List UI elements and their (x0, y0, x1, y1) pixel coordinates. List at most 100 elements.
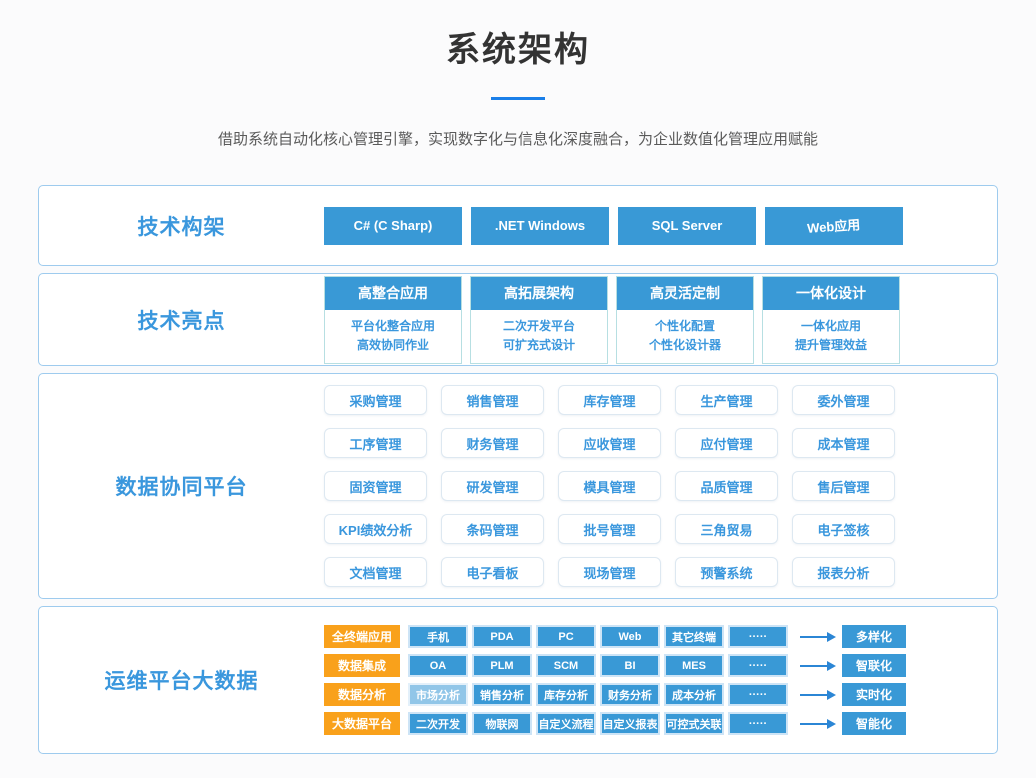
module-chip-fixed-assets: 固资管理 (324, 471, 427, 501)
ops-item-ellipsis: ····· (728, 625, 788, 648)
ops-item: PC (536, 625, 596, 648)
ops-category-badge: 全终端应用 (324, 625, 400, 648)
module-chip-payables: 应付管理 (675, 428, 778, 458)
ops-item: SCM (536, 654, 596, 677)
module-chip-batch: 批号管理 (558, 514, 661, 544)
ops-item: 其它终端 (664, 625, 724, 648)
tech-block-web-app: Web应用 (765, 207, 903, 245)
ops-row-analysis: 数据分析 市场分析 销售分析 库存分析 财务分析 成本分析 ····· 实时化 (324, 683, 906, 706)
highlight-card: 高整合应用 平台化整合应用 高效协同作业 (324, 276, 462, 364)
highlight-card-title: 高整合应用 (325, 277, 461, 310)
ops-item-ellipsis: ····· (728, 683, 788, 706)
right-arrow-icon (800, 723, 828, 725)
ops-result-badge: 智能化 (842, 712, 906, 735)
page-subtitle: 借助系统自动化核心管理引擎，实现数字化与信息化深度融合，为企业数值化管理应用赋能 (0, 128, 1036, 149)
ops-item: 物联网 (472, 712, 532, 735)
highlight-line: 一体化应用 (763, 317, 899, 336)
section-data-platform: 数据协同平台 采购管理 销售管理 库存管理 生产管理 委外管理 工序管理 财务管… (38, 373, 998, 599)
ops-item: 市场分析 (408, 683, 468, 706)
ops-item: PDA (472, 625, 532, 648)
module-chip-triangle-trade: 三角贸易 (675, 514, 778, 544)
ops-item: 成本分析 (664, 683, 724, 706)
tech-framework-buttons: C# (C Sharp) .NET Windows SQL Server Web… (324, 207, 903, 245)
ops-rows: 全终端应用 手机 PDA PC Web 其它终端 ····· 多样化 数据集成 … (324, 625, 906, 735)
ops-category-badge: 数据分析 (324, 683, 400, 706)
highlight-line: 平台化整合应用 (325, 317, 461, 336)
section-label-tech-framework: 技术构架 (39, 211, 324, 241)
ops-item: MES (664, 654, 724, 677)
ops-item: Web (600, 625, 660, 648)
highlight-card: 一体化设计 一体化应用 提升管理效益 (762, 276, 900, 364)
ops-item: 二次开发 (408, 712, 468, 735)
section-tech-framework: 技术构架 C# (C Sharp) .NET Windows SQL Serve… (38, 185, 998, 266)
section-tech-highlights: 技术亮点 高整合应用 平台化整合应用 高效协同作业 高拓展架构 二次开发平台 可… (38, 273, 998, 366)
ops-item: OA (408, 654, 468, 677)
module-chip-outsourcing: 委外管理 (792, 385, 895, 415)
page-title: 系统架构 (0, 22, 1036, 71)
module-chip-onsite: 现场管理 (558, 557, 661, 587)
module-chip-rd: 研发管理 (441, 471, 544, 501)
tech-block-dotnet-windows: .NET Windows (471, 207, 609, 245)
section-label-ops-platform: 运维平台大数据 (39, 665, 324, 695)
module-chip-receivables: 应收管理 (558, 428, 661, 458)
module-grid: 采购管理 销售管理 库存管理 生产管理 委外管理 工序管理 财务管理 应收管理 … (324, 385, 895, 587)
module-chip-report: 报表分析 (792, 557, 895, 587)
highlight-line: 提升管理效益 (763, 336, 899, 355)
highlight-card-title: 一体化设计 (763, 277, 899, 310)
ops-item: 可控式关联 (664, 712, 724, 735)
ops-item: PLM (472, 654, 532, 677)
highlight-line: 可扩充式设计 (471, 336, 607, 355)
highlight-card: 高拓展架构 二次开发平台 可扩充式设计 (470, 276, 608, 364)
ops-row-integration: 数据集成 OA PLM SCM BI MES ····· 智联化 (324, 654, 906, 677)
tech-block-csharp: C# (C Sharp) (324, 207, 462, 245)
highlight-line: 个性化配置 (617, 317, 753, 336)
module-chip-cost: 成本管理 (792, 428, 895, 458)
tech-block-web-app-label: Web应用 (807, 214, 861, 237)
ops-item: 财务分析 (600, 683, 660, 706)
ops-category-badge: 大数据平台 (324, 712, 400, 735)
highlight-card-body: 一体化应用 提升管理效益 (763, 310, 899, 363)
right-arrow-icon (800, 636, 828, 638)
module-chip-inventory: 库存管理 (558, 385, 661, 415)
section-label-tech-highlights: 技术亮点 (39, 305, 324, 335)
highlight-card-title: 高拓展架构 (471, 277, 607, 310)
module-chip-sales: 销售管理 (441, 385, 544, 415)
highlight-card-body: 平台化整合应用 高效协同作业 (325, 310, 461, 363)
highlight-card-title: 高灵活定制 (617, 277, 753, 310)
tech-highlight-cards: 高整合应用 平台化整合应用 高效协同作业 高拓展架构 二次开发平台 可扩充式设计… (324, 276, 900, 364)
module-chip-esign: 电子签核 (792, 514, 895, 544)
ops-item: BI (600, 654, 660, 677)
module-chip-production: 生产管理 (675, 385, 778, 415)
right-arrow-icon (800, 665, 828, 667)
module-chip-quality: 品质管理 (675, 471, 778, 501)
module-chip-barcode: 条码管理 (441, 514, 544, 544)
ops-item: 手机 (408, 625, 468, 648)
module-chip-kanban: 电子看板 (441, 557, 544, 587)
module-chip-after-sales: 售后管理 (792, 471, 895, 501)
highlight-card: 高灵活定制 个性化配置 个性化设计器 (616, 276, 754, 364)
highlight-card-body: 二次开发平台 可扩充式设计 (471, 310, 607, 363)
ops-result-badge: 实时化 (842, 683, 906, 706)
ops-item: 销售分析 (472, 683, 532, 706)
highlight-line: 高效协同作业 (325, 336, 461, 355)
module-chip-document: 文档管理 (324, 557, 427, 587)
highlight-line: 二次开发平台 (471, 317, 607, 336)
ops-item: 自定义流程 (536, 712, 596, 735)
ops-result-badge: 智联化 (842, 654, 906, 677)
right-arrow-icon (800, 694, 828, 696)
section-ops-platform: 运维平台大数据 全终端应用 手机 PDA PC Web 其它终端 ····· 多… (38, 606, 998, 754)
ops-item: 库存分析 (536, 683, 596, 706)
ops-result-badge: 多样化 (842, 625, 906, 648)
module-chip-process: 工序管理 (324, 428, 427, 458)
architecture-diagram: 技术构架 C# (C Sharp) .NET Windows SQL Serve… (38, 185, 998, 754)
highlight-card-body: 个性化配置 个性化设计器 (617, 310, 753, 363)
ops-item-ellipsis: ····· (728, 654, 788, 677)
section-label-data-platform: 数据协同平台 (39, 471, 324, 501)
ops-category-badge: 数据集成 (324, 654, 400, 677)
module-chip-finance: 财务管理 (441, 428, 544, 458)
module-chip-mold: 模具管理 (558, 471, 661, 501)
module-chip-kpi: KPI绩效分析 (324, 514, 427, 544)
module-chip-purchase: 采购管理 (324, 385, 427, 415)
module-chip-alert: 预警系统 (675, 557, 778, 587)
highlight-line: 个性化设计器 (617, 336, 753, 355)
